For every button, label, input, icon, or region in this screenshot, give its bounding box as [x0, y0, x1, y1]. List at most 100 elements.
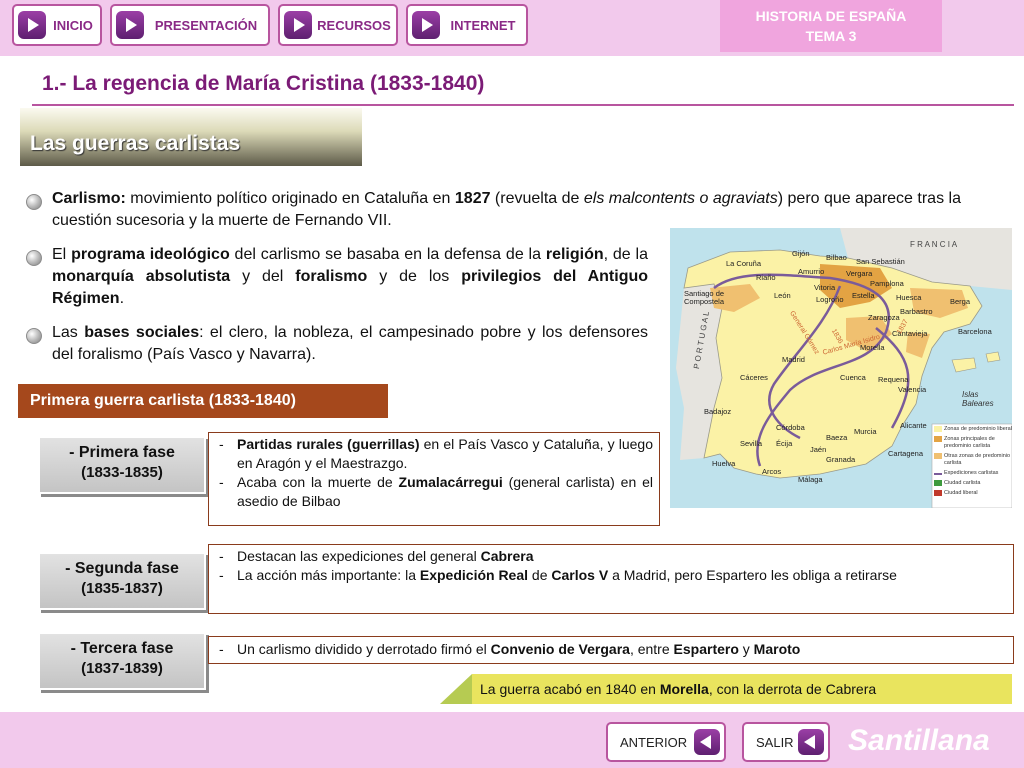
- bullet-icon: [26, 194, 42, 210]
- legend-item: Zonas de predominio liberal: [934, 426, 1012, 433]
- course-topic: TEMA 3: [805, 28, 857, 44]
- ideological-program-text: El programa ideológico del carlismo se b…: [52, 246, 649, 307]
- map-city-label: Riaño: [756, 273, 776, 282]
- play-icon: [116, 11, 144, 39]
- phase-2-point-1: Destacan las expediciones del general Ca…: [219, 547, 1007, 566]
- publisher-logo: Santillana: [848, 724, 990, 757]
- phase-1-details: Partidas rurales (guerrillas) en el País…: [208, 432, 660, 526]
- map-city-label: Requena: [878, 375, 909, 384]
- play-icon: [412, 11, 440, 39]
- phase-2-button[interactable]: - Segunda fase (1835-1837): [38, 552, 206, 610]
- map-city-label: La Coruña: [726, 259, 762, 268]
- nav-inicio-button[interactable]: INICIO: [12, 4, 102, 46]
- legend-swatch: [934, 436, 942, 442]
- legend-item: Zonas principales de predominio carlista: [944, 436, 995, 449]
- course-name: HISTORIA DE ESPAÑA: [755, 8, 907, 24]
- legend-swatch: [934, 426, 942, 432]
- legend-item: Ciudad liberal: [944, 490, 978, 496]
- phase-years: (1837-1839): [81, 660, 163, 677]
- section-title: Las guerras carlistas: [30, 132, 241, 155]
- map-city-label: Écija: [776, 439, 793, 448]
- map-city-label: León: [774, 291, 791, 300]
- phase-name: - Tercera fase: [70, 640, 174, 657]
- pointer-triangle: [440, 674, 472, 704]
- course-badge: HISTORIA DE ESPAÑA TEMA 3: [720, 0, 942, 52]
- map-label-france: F R A N C I A: [910, 240, 958, 249]
- phase-name: - Primera fase: [69, 444, 175, 461]
- page-title: 1.- La regencia de María Cristina (1833-…: [42, 72, 485, 95]
- phase-name: - Segunda fase: [65, 560, 179, 577]
- map-city-label: Cartagena: [888, 449, 924, 458]
- legend-swatch: [934, 473, 942, 475]
- back-arrow-icon: [798, 729, 824, 755]
- legend-item: Ciudad liberal: [934, 490, 1012, 497]
- map-city-label: Murcia: [854, 427, 877, 436]
- phase-3-button[interactable]: - Tercera fase (1837-1839): [38, 632, 206, 690]
- legend-item: Expediciones carlistas: [944, 470, 999, 476]
- map-city-label: Zaragoza: [868, 313, 900, 322]
- map-city-label: Pamplona: [870, 279, 904, 288]
- phase-1-point-2: Acaba con la muerte de Zumalacárregui (g…: [219, 473, 653, 511]
- legend-swatch: [934, 453, 942, 459]
- bullet-icon: [26, 250, 42, 266]
- phase-2-point-2: La acción más importante: la Expedición …: [219, 566, 1007, 585]
- salir-button[interactable]: SALIR: [742, 722, 830, 762]
- phase-3-point-1: Un carlismo dividido y derrotado firmó e…: [219, 640, 1007, 659]
- section-banner: Las guerras carlistas: [20, 108, 362, 166]
- play-icon: [18, 11, 46, 39]
- anterior-button[interactable]: ANTERIOR: [606, 722, 726, 762]
- legend-item: Otras zonas de predominio carlista: [944, 453, 1011, 466]
- map-city-label: Cuenca: [840, 373, 866, 382]
- legend-swatch: [934, 480, 942, 486]
- map-city-label: San Sebastián: [856, 257, 905, 266]
- title-divider: [32, 104, 1014, 106]
- map-label-baleares: Islas Baleares: [962, 390, 994, 408]
- map-city-label: Barbastro: [900, 307, 933, 316]
- play-icon: [284, 11, 312, 39]
- map-city-label: Estella: [852, 291, 875, 300]
- carlist-war-map: F R A N C I A P O R T U G A L Gijón La C…: [670, 228, 1012, 508]
- map-city-label: Madrid: [782, 355, 805, 364]
- anterior-label: ANTERIOR: [620, 734, 688, 750]
- legend-item: Otras zonas de predominio carlista: [934, 453, 1012, 467]
- nav-internet-label: INTERNET: [450, 17, 516, 33]
- map-city-label: Berga: [950, 297, 971, 306]
- first-war-heading: Primera guerra carlista (1833-1840): [18, 384, 388, 418]
- phase-2-details: Destacan las expediciones del general Ca…: [208, 544, 1014, 614]
- nav-recursos-label: RECURSOS: [317, 17, 391, 33]
- map-city-label: Cáceres: [740, 373, 768, 382]
- map-city-label: Granada: [826, 455, 856, 464]
- bullet-icon: [26, 328, 42, 344]
- nav-internet-button[interactable]: INTERNET: [406, 4, 528, 46]
- back-arrow-icon: [694, 729, 720, 755]
- map-city-label: Málaga: [798, 475, 823, 484]
- phase-1-button[interactable]: - Primera fase (1833-1835): [38, 436, 206, 494]
- legend-item: Zonas principales de predominio carlista: [934, 436, 1012, 450]
- map-city-label: Baeza: [826, 433, 848, 442]
- nav-inicio-label: INICIO: [53, 17, 93, 33]
- war-conclusion: La guerra acabó en 1840 en Morella, con …: [440, 674, 1012, 704]
- phase-1-point-1: Partidas rurales (guerrillas) en el País…: [219, 435, 653, 473]
- map-city-label: Badajoz: [704, 407, 732, 416]
- legend-item: Zonas de predominio liberal: [944, 426, 1012, 432]
- map-city-label: Gijón: [792, 249, 810, 258]
- social-bases-text: Las bases sociales: el clero, la nobleza…: [52, 324, 649, 363]
- map-city-label: Alicante: [900, 421, 927, 430]
- nav-presentacion-button[interactable]: PRESENTACIÓN: [110, 4, 270, 46]
- map-city-label: Valencia: [898, 385, 927, 394]
- map-city-label: Vitoria: [814, 283, 836, 292]
- map-city-label: Huelva: [712, 459, 736, 468]
- legend-item: Ciudad carlista: [944, 480, 981, 486]
- map-city-label: Córdoba: [776, 423, 805, 432]
- nav-recursos-button[interactable]: RECURSOS: [278, 4, 398, 46]
- carlismo-definition: Carlismo: movimiento político originado …: [52, 190, 961, 229]
- map-city-label: Bilbao: [826, 253, 847, 262]
- map-city-label: Barcelona: [958, 327, 992, 336]
- phase-years: (1835-1837): [81, 580, 163, 597]
- phase-years: (1833-1835): [81, 464, 163, 481]
- map-city-label: Vergara: [846, 269, 873, 278]
- map-city-label: Sevilla: [740, 439, 763, 448]
- map-city-label: Logroño: [816, 295, 844, 304]
- map-city-label: Arcos: [762, 467, 782, 476]
- legend-item: Ciudad carlista: [934, 480, 1012, 487]
